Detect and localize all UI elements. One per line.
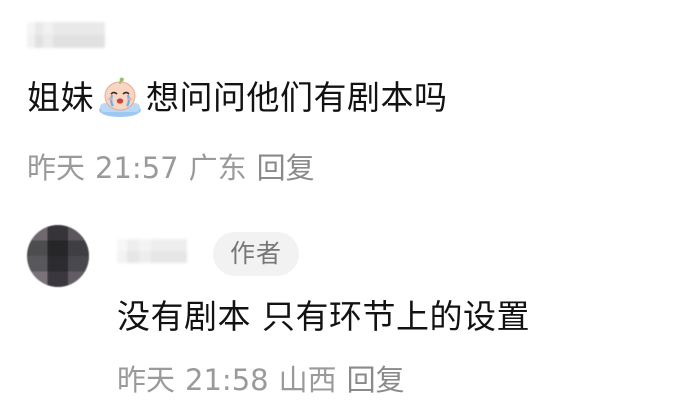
crying-face-emoji-icon: [99, 77, 141, 117]
reply-button[interactable]: 回复: [257, 150, 315, 186]
reply-button[interactable]: 回复: [347, 362, 405, 398]
comment-text-part: 想问问他们有剧本吗: [146, 78, 448, 117]
comment-item[interactable]: 姐妹 想问问他们有剧本吗 昨天 21:57 广东 回复: [0, 0, 693, 205]
comment-text: 姐妹 想问问他们有剧本吗: [27, 76, 448, 120]
comment-time: 21:58: [185, 363, 269, 397]
comment-meta: 昨天 21:58 山西 回复: [117, 362, 405, 398]
author-badge: 作者: [213, 232, 299, 276]
username-blurred[interactable]: [117, 239, 187, 263]
avatar[interactable]: [27, 225, 89, 287]
comment-text-part: 姐妹: [27, 78, 94, 117]
comment-location: 广东: [188, 151, 247, 185]
comment-date: 昨天: [27, 151, 86, 185]
comment-location: 山西: [278, 363, 337, 397]
reply-text: 没有剧本 只有环节上的设置: [117, 297, 530, 336]
comment-meta: 昨天 21:57 广东 回复: [27, 150, 315, 186]
reply-item[interactable]: 作者 没有剧本 只有环节上的设置 昨天 21:58 山西 回复: [0, 205, 693, 414]
username-blurred[interactable]: [27, 22, 105, 48]
comment-time: 21:57: [95, 151, 179, 185]
comment-date: 昨天: [117, 363, 176, 397]
